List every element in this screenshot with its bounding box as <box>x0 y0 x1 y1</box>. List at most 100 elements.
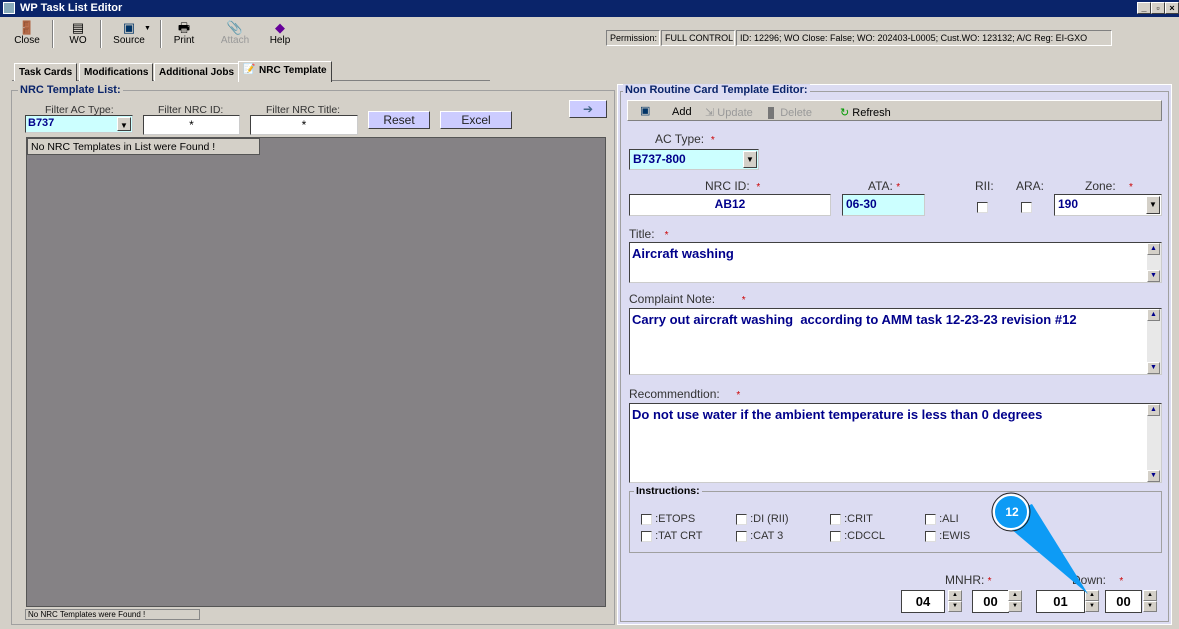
tab-task-cards[interactable]: Task Cards <box>14 63 78 81</box>
nrc-template-grid[interactable] <box>26 137 606 607</box>
scroll-up-icon[interactable]: ▲ <box>1147 243 1160 255</box>
excel-button[interactable]: Excel <box>440 111 512 129</box>
required-mark: * <box>710 135 715 146</box>
work-order-info: ID: 12296; WO Close: False; WO: 202403-L… <box>736 30 1112 46</box>
scroll-down-icon[interactable]: ▼ <box>1147 270 1160 282</box>
chevron-down-icon[interactable]: ▼ <box>117 117 131 131</box>
spin-down-icon[interactable]: ▼ <box>1085 601 1099 612</box>
close-window-button[interactable]: × <box>1165 2 1179 14</box>
title-label: Title: * <box>629 227 669 241</box>
note-icon: 📝 <box>243 64 256 75</box>
spin-up-icon[interactable]: ▲ <box>1143 590 1157 601</box>
delete-button[interactable]: ▮ Delete <box>768 106 812 119</box>
checkbox[interactable] <box>736 513 747 525</box>
ara-label: ARA: <box>1016 179 1045 193</box>
instruction-ali[interactable]: :ALI <box>925 513 959 525</box>
minimize-button[interactable]: _ <box>1137 2 1151 14</box>
instruction-tat-crt[interactable]: :TAT CRT <box>641 530 703 542</box>
scrollbar[interactable]: ▲ ▼ <box>1147 404 1161 482</box>
transfer-arrow-button[interactable]: ➔ <box>569 100 607 118</box>
filter-title-input[interactable]: * <box>250 115 358 135</box>
update-button[interactable]: ⇲ Update <box>705 106 753 119</box>
down-minutes-input[interactable]: 00 <box>1105 590 1142 613</box>
refresh-label: Refresh <box>852 107 891 119</box>
tab-label: NRC Template <box>259 65 327 76</box>
callout-number: 12 <box>1005 505 1019 519</box>
tab-modifications[interactable]: Modifications <box>79 63 154 81</box>
scroll-up-icon[interactable]: ▲ <box>1147 404 1160 416</box>
ara-checkbox[interactable] <box>1021 202 1032 213</box>
attach-label: Attach <box>220 35 250 46</box>
refresh-button[interactable]: ↻ Refresh <box>840 106 891 119</box>
help-button[interactable]: ◆ Help <box>262 19 298 49</box>
refresh-icon: ↻ <box>840 107 850 119</box>
ata-input[interactable]: 06-30 <box>842 194 925 216</box>
attach-button[interactable]: 📎 Attach <box>214 19 256 49</box>
nrc-id-input[interactable]: AB12 <box>629 194 831 216</box>
instruction-cat3[interactable]: :CAT 3 <box>736 530 783 542</box>
filter-ac-value: B737 <box>28 117 55 129</box>
mnhr-hours-input[interactable]: 04 <box>901 590 945 613</box>
dropdown-arrow-icon[interactable]: ▼ <box>144 25 151 32</box>
permission-label: Permission: <box>606 30 660 46</box>
rii-checkbox[interactable] <box>977 202 988 213</box>
print-label: Print <box>173 35 195 46</box>
required-mark: * <box>896 182 901 193</box>
instruction-crit[interactable]: :CRIT <box>830 513 873 525</box>
chevron-down-icon[interactable]: ▼ <box>1146 196 1160 214</box>
close-button[interactable]: 🚪 Close <box>8 19 46 49</box>
scroll-up-icon[interactable]: ▲ <box>1147 309 1160 321</box>
recommendation-textarea[interactable]: Do not use water if the ambient temperat… <box>629 403 1162 483</box>
permission-value: FULL CONTROL <box>661 30 735 46</box>
delete-label: Delete <box>780 107 812 119</box>
checkbox[interactable] <box>736 530 747 542</box>
wo-button[interactable]: ▤ WO <box>60 19 96 49</box>
complaint-value: Carry out aircraft washing according to … <box>632 312 1077 327</box>
spin-up-icon[interactable]: ▲ <box>948 590 962 601</box>
zone-select[interactable]: 190 ▼ <box>1054 194 1162 216</box>
delete-icon: ▮ <box>768 107 775 119</box>
print-button[interactable]: 🖶 Print <box>166 19 202 49</box>
scroll-down-icon[interactable]: ▼ <box>1147 470 1160 482</box>
chevron-down-icon[interactable]: ▼ <box>743 151 757 168</box>
checkbox[interactable] <box>641 530 652 542</box>
checkbox[interactable] <box>641 513 652 525</box>
title-textarea[interactable]: Aircraft washing ▲ ▼ <box>629 242 1162 283</box>
mnhr-hours-spinner[interactable]: ▲ ▼ <box>948 590 962 612</box>
instruction-di-rii[interactable]: :DI (RII) <box>736 513 789 525</box>
wo-label: WO <box>69 35 87 46</box>
tab-additional-jobs[interactable]: Additional Jobs <box>154 63 239 81</box>
checkbox[interactable] <box>925 530 936 542</box>
instruction-ewis[interactable]: :EWIS <box>925 530 970 542</box>
window-title: WP Task List Editor <box>20 2 123 14</box>
scroll-down-icon[interactable]: ▼ <box>1147 362 1160 374</box>
filter-id-input[interactable]: * <box>143 115 240 135</box>
checkbox[interactable] <box>830 513 841 525</box>
scrollbar[interactable]: ▲ ▼ <box>1147 309 1161 374</box>
restore-button[interactable]: ▫ <box>1151 2 1165 14</box>
ac-type-value: B737-800 <box>633 152 686 166</box>
checkbox[interactable] <box>925 513 936 525</box>
source-button[interactable]: ▣ Source ▼ <box>104 19 154 49</box>
ac-type-select[interactable]: B737-800 ▼ <box>629 149 759 170</box>
complaint-textarea[interactable]: Carry out aircraft washing according to … <box>629 308 1162 375</box>
down-minutes-spinner[interactable]: ▲ ▼ <box>1143 590 1157 612</box>
checkbox[interactable] <box>830 530 841 542</box>
tab-nrc-template[interactable]: 📝 NRC Template <box>238 61 332 82</box>
ata-label: ATA: * <box>868 179 901 193</box>
toolbar-separator <box>52 20 54 48</box>
filter-ac-select[interactable]: B737 ▼ <box>25 115 133 133</box>
add-icon: ▣ <box>640 105 651 117</box>
required-mark: * <box>741 295 746 306</box>
spin-down-icon[interactable]: ▼ <box>1008 601 1022 612</box>
spin-down-icon[interactable]: ▼ <box>948 601 962 612</box>
required-mark: * <box>1119 576 1124 587</box>
instruction-etops[interactable]: :ETOPS <box>641 513 695 525</box>
spin-down-icon[interactable]: ▼ <box>1143 601 1157 612</box>
close-label: Close <box>14 35 40 46</box>
scrollbar[interactable]: ▲ ▼ <box>1147 243 1161 282</box>
zone-value: 190 <box>1058 197 1079 211</box>
add-button[interactable]: Add <box>672 106 692 118</box>
instruction-cdccl[interactable]: :CDCCL <box>830 530 885 542</box>
reset-button[interactable]: Reset <box>368 111 430 129</box>
